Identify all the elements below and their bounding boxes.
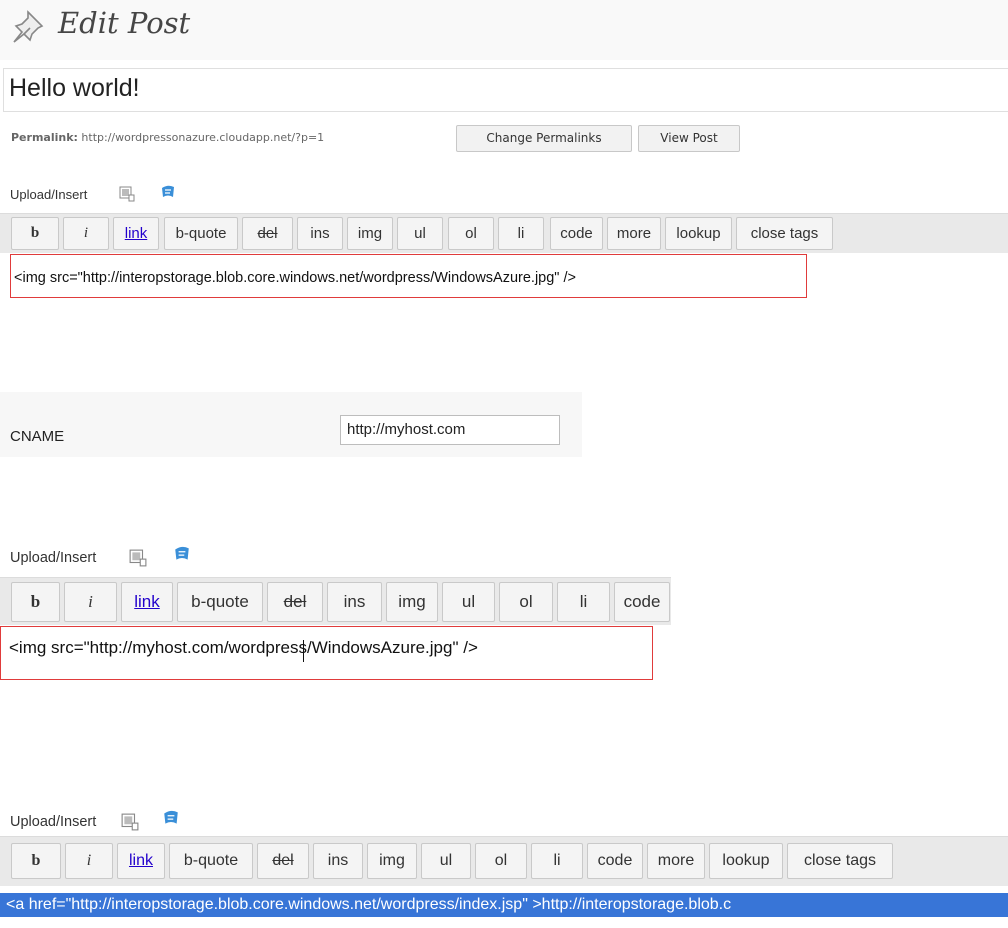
- qt-button-b-quote[interactable]: b-quote: [164, 217, 238, 250]
- qt-button-ul[interactable]: ul: [397, 217, 443, 250]
- qt-button-del[interactable]: del: [267, 582, 323, 622]
- qt-button-ul[interactable]: ul: [442, 582, 495, 622]
- qt-button-more[interactable]: more: [607, 217, 661, 250]
- qt-button-b[interactable]: b: [11, 843, 61, 879]
- qt-button-b[interactable]: b: [11, 582, 60, 622]
- add-media-icon[interactable]: [162, 809, 180, 827]
- qt-button-img[interactable]: img: [386, 582, 438, 622]
- add-media-icon[interactable]: [173, 545, 191, 563]
- qt-button-lookup[interactable]: lookup: [709, 843, 783, 879]
- qt-button-i[interactable]: i: [63, 217, 109, 250]
- qt-button-ol[interactable]: ol: [475, 843, 527, 879]
- qt-button-i[interactable]: i: [64, 582, 117, 622]
- permalink-row: Permalink: http://wordpressonazure.cloud…: [11, 131, 324, 144]
- post-title-text: Hello world!: [9, 74, 140, 102]
- upload-insert-label: Upload/Insert: [10, 187, 88, 202]
- pin-icon: [13, 10, 44, 43]
- qt-button-li[interactable]: li: [498, 217, 544, 250]
- add-image-icon[interactable]: [121, 813, 139, 831]
- change-permalinks-button[interactable]: Change Permalinks: [456, 125, 632, 152]
- qt-button-ol[interactable]: ol: [499, 582, 553, 622]
- qt-button-code[interactable]: code: [550, 217, 603, 250]
- qt-button-li[interactable]: li: [531, 843, 583, 879]
- qt-button-b-quote[interactable]: b-quote: [177, 582, 263, 622]
- qt-button-li[interactable]: li: [557, 582, 610, 622]
- upload-insert-label: Upload/Insert: [10, 550, 97, 566]
- highlight-box: [0, 626, 653, 680]
- qt-button-img[interactable]: img: [347, 217, 393, 250]
- qt-button-close-tags[interactable]: close tags: [736, 217, 833, 250]
- qt-button-ins[interactable]: ins: [313, 843, 363, 879]
- qt-button-ins[interactable]: ins: [327, 582, 382, 622]
- add-image-icon[interactable]: [119, 186, 135, 202]
- editor-textarea[interactable]: [0, 254, 1008, 309]
- qt-button-link[interactable]: link: [121, 582, 173, 622]
- quicktags-toolbar: b i link b-quote del ins img ul ol li code more look…: [0, 836, 1008, 886]
- view-post-button[interactable]: View Post: [638, 125, 740, 152]
- qt-button-img[interactable]: img: [367, 843, 417, 879]
- qt-button-del[interactable]: del: [257, 843, 309, 879]
- quicktags-toolbar: b i link b-quote del ins img ul ol li code: [0, 577, 671, 625]
- qt-button-code[interactable]: code: [614, 582, 670, 622]
- add-image-icon[interactable]: [129, 549, 147, 567]
- qt-button-b-quote[interactable]: b-quote: [169, 843, 253, 879]
- cname-label: CNAME: [10, 428, 65, 445]
- qt-button-code[interactable]: code: [587, 843, 643, 879]
- qt-button-ins[interactable]: ins: [297, 217, 343, 250]
- post-title-input[interactable]: [3, 68, 1008, 112]
- quicktags-toolbar: b i link b-quote del ins img ul ol li code more look…: [0, 213, 1008, 253]
- qt-button-ul[interactable]: ul: [421, 843, 471, 879]
- permalink-url[interactable]: http://wordpressonazure.cloudapp.net/?p=…: [81, 131, 324, 144]
- qt-button-ol[interactable]: ol: [448, 217, 494, 250]
- add-media-icon[interactable]: [160, 184, 176, 200]
- qt-button-link[interactable]: link: [117, 843, 165, 879]
- qt-button-more[interactable]: more: [647, 843, 705, 879]
- upload-insert-label: Upload/Insert: [10, 814, 97, 830]
- qt-button-link[interactable]: link: [113, 217, 159, 250]
- cname-input[interactable]: http://myhost.com: [340, 415, 560, 445]
- editor-content-selected[interactable]: <a href="http://interopstorage.blob.core…: [6, 896, 731, 914]
- permalink-label: Permalink:: [11, 131, 78, 144]
- qt-button-i[interactable]: i: [65, 843, 113, 879]
- qt-button-del[interactable]: del: [242, 217, 293, 250]
- qt-button-b[interactable]: b: [11, 217, 59, 250]
- qt-button-lookup[interactable]: lookup: [665, 217, 732, 250]
- page-title: Edit Post: [58, 6, 191, 40]
- qt-button-close-tags[interactable]: close tags: [787, 843, 893, 879]
